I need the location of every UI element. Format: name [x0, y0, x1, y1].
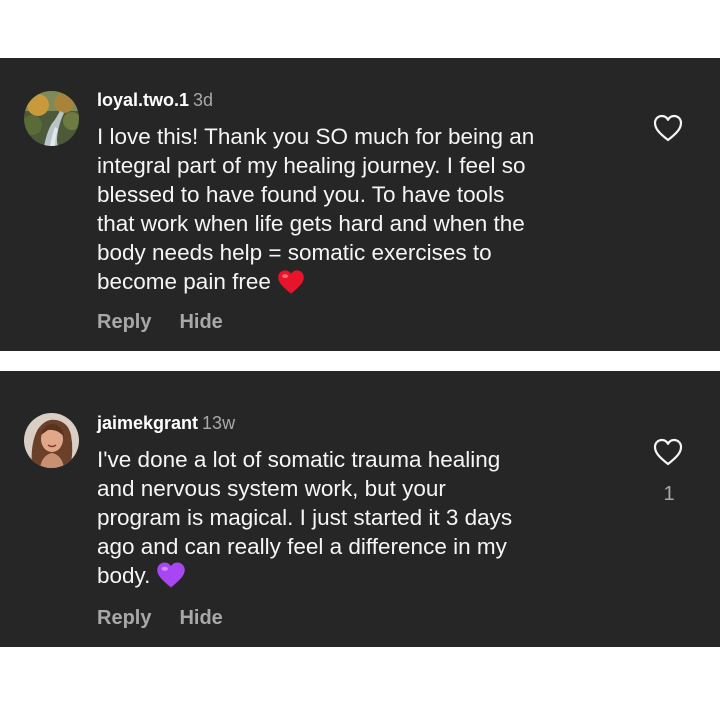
timestamp: 13w: [202, 413, 236, 433]
username[interactable]: loyal.two.1: [97, 90, 189, 110]
timestamp: 3d: [193, 90, 214, 110]
comment-line: blessed to have found you. To have tools: [97, 182, 505, 207]
avatar-image: [24, 413, 79, 468]
hide-button[interactable]: Hide: [179, 311, 222, 333]
username[interactable]: jaimekgrant: [97, 413, 198, 433]
like-count: 1: [663, 483, 675, 505]
reply-button[interactable]: Reply: [97, 607, 151, 629]
comment-line-last: become pain free: [97, 267, 637, 302]
comment-actions: Reply Hide: [97, 607, 223, 630]
like-heart-icon[interactable]: [652, 437, 684, 467]
hide-button[interactable]: Hide: [179, 607, 222, 629]
comment-line-last: body.: [97, 561, 637, 596]
purple-heart-emoji-icon: [156, 561, 186, 596]
comment-text: I've done a lot of somatic trauma healin…: [97, 445, 637, 596]
like-heart-icon[interactable]: [652, 113, 684, 143]
reply-button[interactable]: Reply: [97, 311, 151, 333]
comment-line: body needs help = somatic exercises to: [97, 240, 492, 265]
comment-line: program is magical. I just started it 3 …: [97, 505, 513, 530]
comment-header: loyal.two.1 3d: [97, 90, 213, 111]
avatar[interactable]: [24, 413, 79, 468]
comment-line: body.: [97, 563, 151, 588]
comment-line: become pain free: [97, 269, 271, 294]
comment-line: that work when life gets hard and when t…: [97, 211, 525, 236]
comment-line: I love this! Thank you SO much for being…: [97, 124, 535, 149]
comment-card: jaimekgrant 13w I've done a lot of somati…: [0, 371, 720, 647]
comment-text: I love this! Thank you SO much for being…: [97, 122, 637, 302]
avatar[interactable]: [24, 91, 79, 146]
comment-card: loyal.two.1 3d I love this! Thank you SO …: [0, 58, 720, 351]
comment-line: ago and can really feel a difference in …: [97, 534, 507, 559]
comment-header: jaimekgrant 13w: [97, 413, 235, 434]
comment-line: integral part of my healing journey. I f…: [97, 153, 526, 178]
comment-line: and nervous system work, but your: [97, 476, 446, 501]
avatar-image: [24, 91, 79, 146]
red-heart-emoji-icon: [277, 269, 305, 302]
comment-actions: Reply Hide: [97, 311, 223, 334]
comment-line: I've done a lot of somatic trauma healin…: [97, 447, 501, 472]
